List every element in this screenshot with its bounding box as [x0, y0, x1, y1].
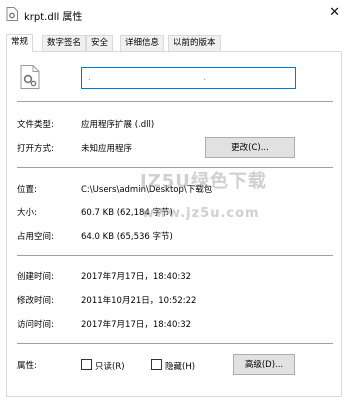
opens-with-value: 未知应用程序: [81, 144, 133, 154]
divider: [17, 101, 333, 102]
checkbox-box[interactable]: [81, 359, 92, 370]
tab-digital-signatures[interactable]: 数字签名: [42, 35, 87, 51]
general-panel: [6, 51, 342, 397]
checkbox-box[interactable]: [151, 359, 162, 370]
hidden-checkbox[interactable]: 隐藏(H): [151, 359, 195, 372]
size-on-disk-value: 64.0 KB (65,536 字节): [81, 232, 173, 242]
tab-details[interactable]: 详细信息: [120, 35, 165, 51]
advanced-button[interactable]: 高级(D)...: [233, 354, 295, 375]
opens-with-label: 打开方式:: [17, 144, 54, 154]
file-type-label: 文件类型:: [17, 120, 54, 130]
readonly-checkbox[interactable]: 只读(R): [81, 359, 125, 372]
window-title: krpt.dll 属性: [24, 12, 83, 23]
file-icon: [6, 7, 18, 21]
divider: [17, 255, 333, 256]
modified-value: 2011年10月21日，10:52:22: [81, 296, 197, 306]
divider: [17, 343, 333, 344]
location-label: 位置:: [17, 185, 37, 195]
size-on-disk-label: 占用空间:: [17, 232, 54, 242]
attributes-label: 属性:: [17, 361, 37, 371]
created-label: 创建时间:: [17, 272, 54, 282]
size-label: 大小:: [17, 208, 37, 218]
tab-bar: 常规 数字签名 安全 详细信息 以前的版本: [6, 34, 344, 52]
watermark-url: www.jz5u.com: [142, 206, 260, 221]
created-value: 2017年7月17日，18:40:32: [81, 272, 192, 282]
tab-general[interactable]: 常规: [6, 34, 34, 52]
dll-file-icon: [20, 65, 40, 89]
close-icon[interactable]: ✕: [329, 5, 340, 20]
tab-security[interactable]: 安全: [86, 35, 114, 51]
change-button[interactable]: 更改(C)...: [205, 137, 295, 158]
hidden-label: 隐藏(H): [165, 362, 196, 372]
file-type-value: 应用程序扩展 (.dll): [81, 120, 155, 130]
title-bar: krpt.dll 属性 ✕: [0, 0, 350, 28]
file-name-input[interactable]: [81, 67, 296, 89]
readonly-label: 只读(R): [95, 362, 125, 372]
tab-previous-versions[interactable]: 以前的版本: [168, 35, 221, 51]
watermark-logo: JZ5U绿色下载: [140, 171, 267, 192]
accessed-value: 2017年7月17日，18:40:32: [81, 320, 192, 330]
modified-label: 修改时间:: [17, 296, 54, 306]
accessed-label: 访问时间:: [17, 320, 54, 330]
